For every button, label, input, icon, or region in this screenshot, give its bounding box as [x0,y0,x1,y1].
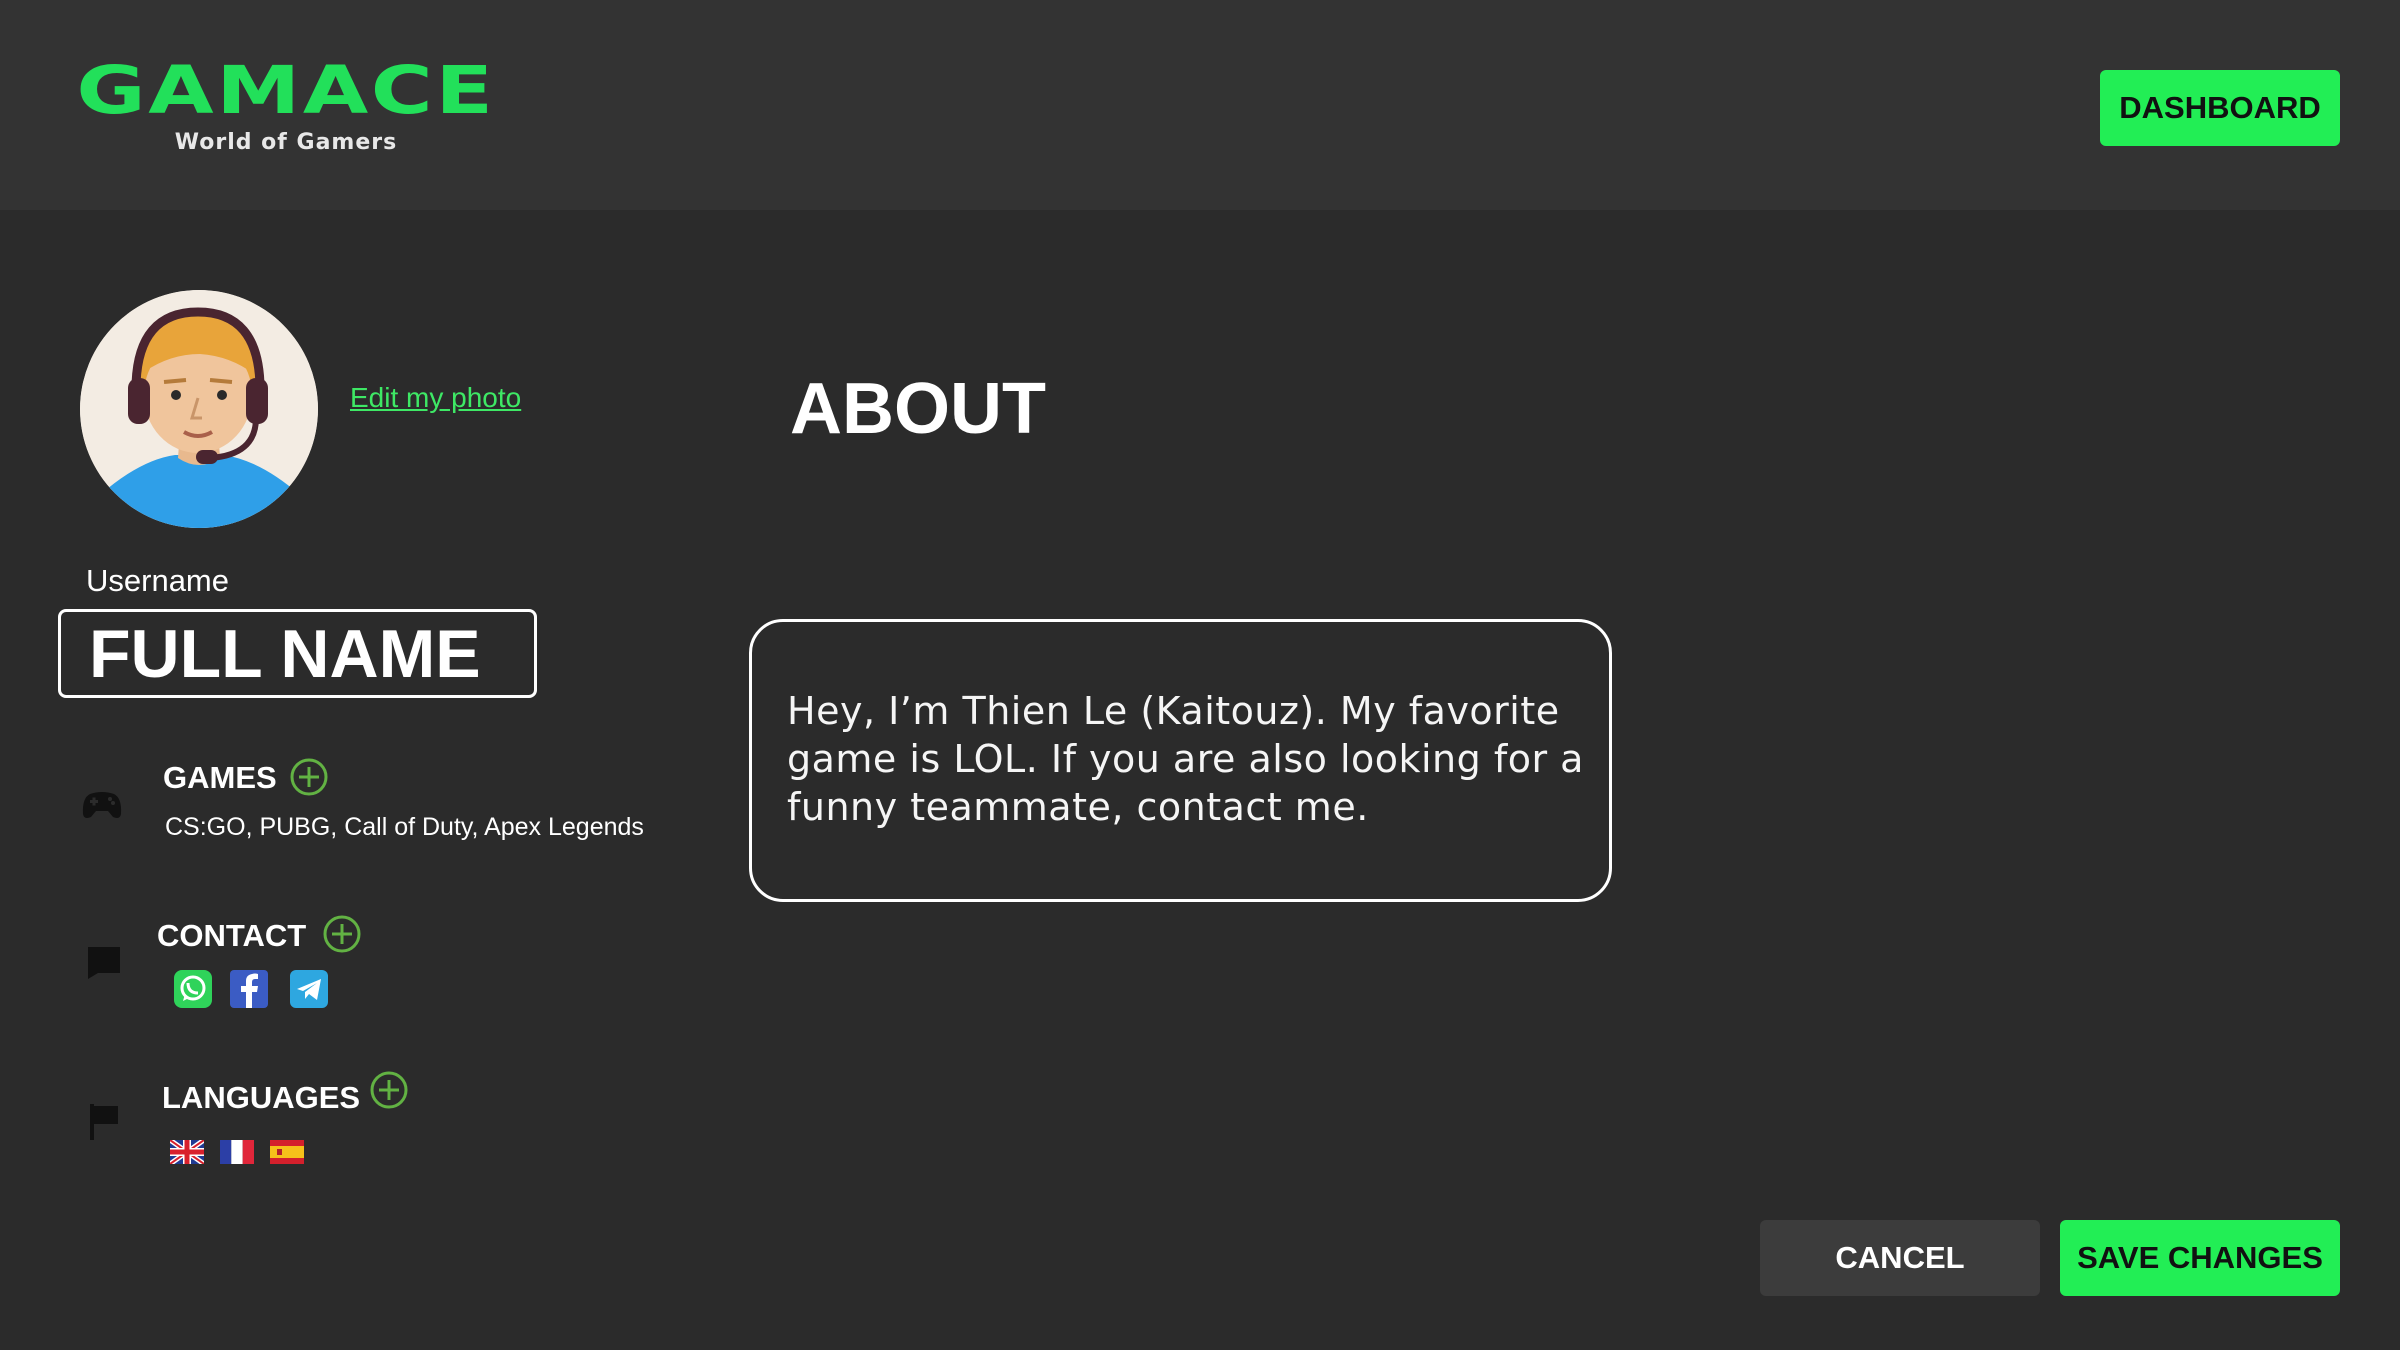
add-contact-plus-icon[interactable] [322,914,362,954]
about-textbox[interactable]: Hey, I’m Thien Le (Kaitouz). My favorite… [749,619,1612,902]
username-value: FULL NAME [89,616,481,692]
france-flag-icon[interactable] [220,1140,254,1164]
about-text: Hey, I’m Thien Le (Kaitouz). My favorite… [787,689,1584,829]
add-game-plus-icon[interactable] [289,757,329,797]
add-language-plus-icon[interactable] [369,1070,409,1110]
games-list: CS:GO, PUBG, Call of Duty, Apex Legends [165,813,644,841]
username-label: Username [86,563,229,598]
username-field[interactable]: FULL NAME [58,609,537,698]
languages-title: LANGUAGES [162,1080,361,1115]
edit-photo-link[interactable]: Edit my photo [350,382,521,414]
contact-title: CONTACT [157,918,307,953]
cancel-button[interactable]: CANCEL [1760,1220,2040,1296]
telegram-icon[interactable] [290,970,328,1008]
gamepad-icon [82,792,122,818]
games-title: GAMES [163,760,277,795]
uk-flag-icon[interactable] [170,1140,204,1164]
save-changes-button[interactable]: SAVE CHANGES [2060,1220,2340,1296]
dashboard-button[interactable]: DASHBOARD [2100,70,2340,146]
about-heading: ABOUT [790,369,1046,449]
brand-name: GAMACE [76,52,496,129]
spain-flag-icon[interactable] [270,1140,304,1164]
whatsapp-icon[interactable] [174,970,212,1008]
brand-logo[interactable]: GAMACE World of Gamers [76,58,493,156]
brand-tagline: World of Gamers [174,130,398,155]
avatar[interactable] [80,290,318,528]
flag-icon [90,1104,118,1140]
chat-icon [88,947,120,979]
facebook-icon[interactable] [230,970,268,1008]
top-bar: GAMACE World of Gamers DASHBOARD [0,0,2400,210]
avatar-illustration [80,290,318,528]
